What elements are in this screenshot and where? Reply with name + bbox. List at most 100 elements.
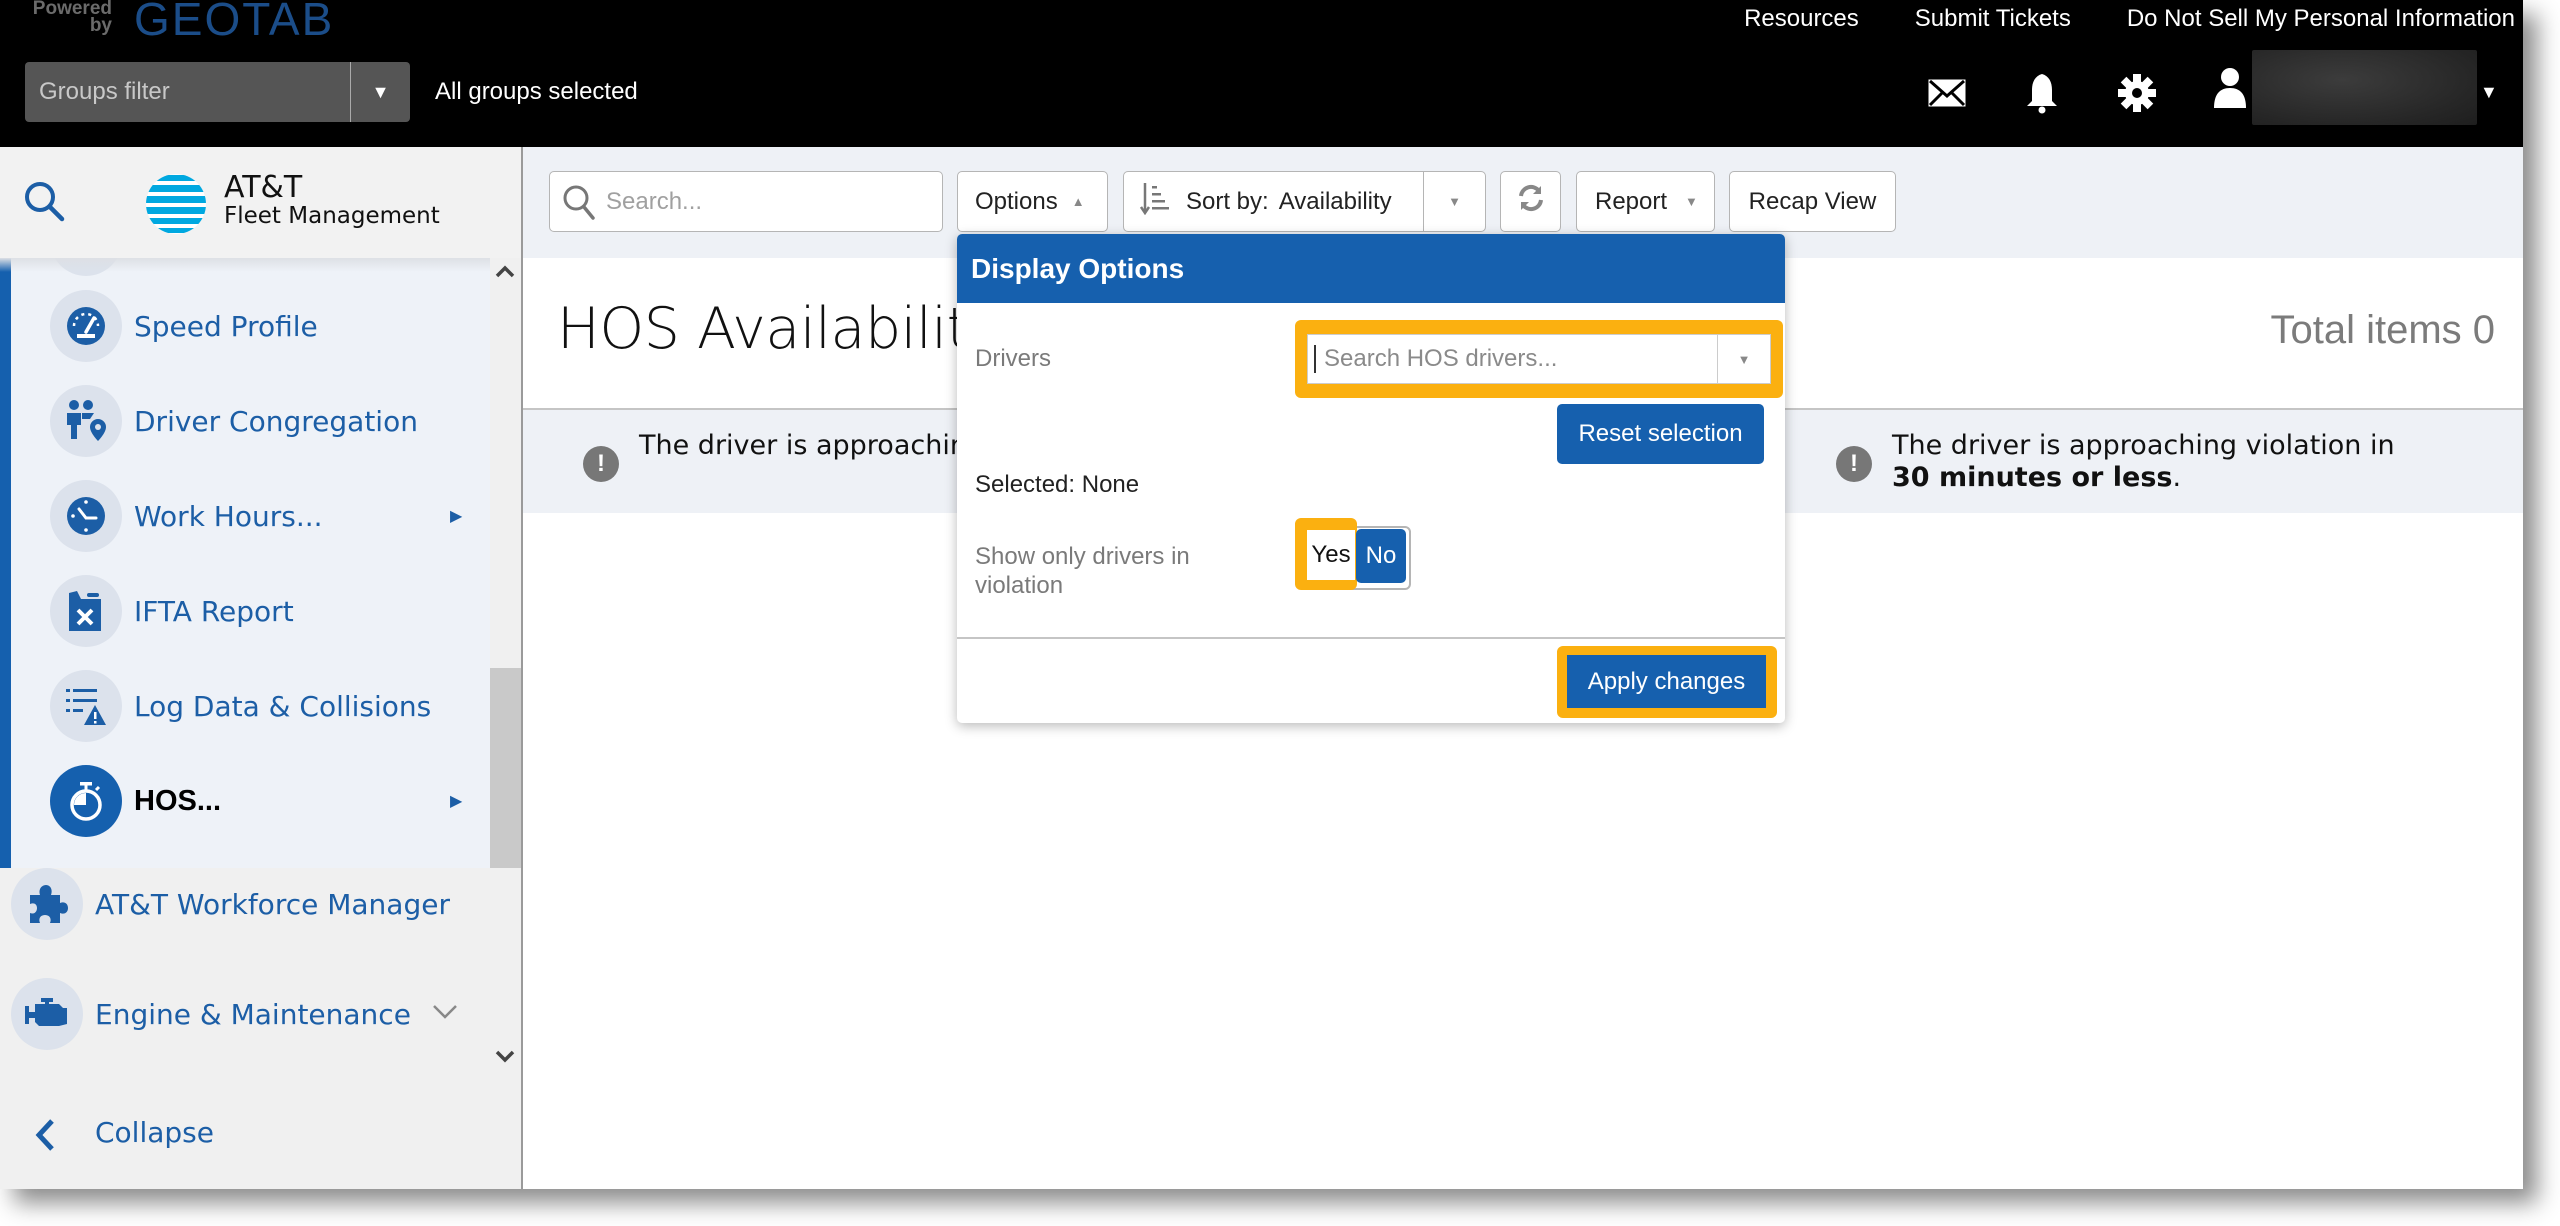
- exclamation-icon: !: [1836, 446, 1872, 482]
- gear-icon[interactable]: [2112, 68, 2162, 118]
- total-items-count: Total items 0: [2270, 308, 2495, 352]
- submenu-arrow-icon: ▶: [450, 793, 463, 810]
- sidebar-item-label: Driver Congregation: [134, 404, 418, 438]
- sidebar-item-engine-maintenance[interactable]: Engine & Maintenance: [0, 974, 490, 1054]
- report-button[interactable]: Report ▼: [1576, 171, 1715, 232]
- toggle-no-option[interactable]: No: [1356, 529, 1406, 583]
- collapse-button[interactable]: Collapse: [0, 1076, 521, 1189]
- drivers-search-combobox[interactable]: ▼: [1307, 334, 1771, 384]
- sidebar-item-label: Log Data & Collisions: [134, 689, 432, 723]
- sidebar-scrollbar[interactable]: [490, 258, 521, 1076]
- display-options-title: Display Options: [957, 234, 1785, 303]
- search-icon: [562, 184, 596, 220]
- alert-text-end: .: [2172, 462, 2182, 493]
- sidebar-item-workforce-manager[interactable]: AT&T Workforce Manager: [0, 864, 490, 944]
- refresh-icon: [1517, 184, 1545, 219]
- puzzle-icon: [11, 868, 83, 940]
- att-brand-name: AT&T Fleet Management: [224, 170, 440, 230]
- drivers-label: Drivers: [975, 345, 1051, 372]
- app-window: Powered by GEOTAB Groups filter ▼ All gr…: [0, 0, 2523, 1189]
- bell-icon[interactable]: [2017, 68, 2067, 118]
- submenu-arrow-icon: ▶: [450, 508, 463, 525]
- sort-dropdown-caret-icon[interactable]: ▼: [1424, 194, 1485, 209]
- sort-by-button[interactable]: Sort by: Availability ▼: [1123, 171, 1486, 232]
- user-icon[interactable]: [2212, 66, 2248, 115]
- clock-icon: [50, 480, 122, 552]
- search-input[interactable]: [606, 187, 926, 216]
- engine-icon: [11, 978, 83, 1050]
- sidebar-item-hos[interactable]: HOS... ▶: [0, 761, 490, 841]
- sort-by-main[interactable]: Sort by: Availability: [1124, 172, 1424, 231]
- panel-divider: [957, 637, 1785, 639]
- user-menu-caret[interactable]: ▼: [2480, 82, 2498, 103]
- scroll-up-icon[interactable]: [495, 264, 515, 283]
- sidebar-item-driver-congregation[interactable]: Driver Congregation: [0, 381, 490, 461]
- expand-chevron-icon[interactable]: [432, 1004, 458, 1025]
- violation-filter-label: Show only drivers in violation: [975, 543, 1190, 599]
- apply-changes-button[interactable]: Apply changes: [1567, 655, 1766, 708]
- display-options-panel: Display Options Drivers ▼ Reset selectio…: [957, 234, 1785, 723]
- options-button[interactable]: Options ▲: [957, 171, 1108, 232]
- fuel-can-icon: [50, 575, 122, 647]
- mail-icon[interactable]: [1922, 68, 1972, 118]
- user-name-redacted[interactable]: [2252, 50, 2477, 125]
- top-links: Resources Submit Tickets Do Not Sell My …: [1744, 5, 2515, 33]
- selected-drivers-text: Selected: None: [975, 471, 1140, 498]
- caret-up-icon: ▲: [1071, 194, 1085, 209]
- reset-selection-button[interactable]: Reset selection: [1557, 404, 1764, 464]
- recap-view-label: Recap View: [1748, 187, 1877, 215]
- sidebar-item-speed-profile[interactable]: Speed Profile: [0, 286, 490, 366]
- page-title: HOS Availability: [557, 296, 1002, 362]
- sidebar-item-label: Work Hours...: [134, 499, 323, 533]
- drivers-dropdown-caret-icon[interactable]: ▼: [1717, 335, 1770, 383]
- alert-30-minutes: ! The driver is approaching violation in…: [1836, 430, 2396, 494]
- sidebar-item-ifta-report[interactable]: IFTA Report: [0, 571, 490, 651]
- sidebar-scroll-shade: [0, 258, 490, 272]
- sidebar-header: AT&T Fleet Management: [0, 147, 521, 258]
- speedometer-icon: [50, 290, 122, 362]
- groups-filter-input[interactable]: Groups filter: [25, 78, 350, 106]
- caret-down-icon: ▼: [1685, 194, 1698, 209]
- sort-icon: [1139, 181, 1170, 222]
- sidebar: AT&T Fleet Management Speed Profile Driv…: [0, 147, 523, 1189]
- top-header: Powered by GEOTAB Groups filter ▼ All gr…: [0, 0, 2523, 147]
- sort-by-label: Sort by:: [1186, 187, 1269, 215]
- resources-link[interactable]: Resources: [1744, 5, 1859, 33]
- log-warning-icon: [50, 670, 122, 742]
- alert-text-line1: The driver is approaching violation in: [1892, 430, 2395, 461]
- recap-view-button[interactable]: Recap View: [1729, 171, 1896, 232]
- groups-status: All groups selected: [435, 78, 638, 105]
- header-icons: [1922, 66, 2207, 120]
- options-label: Options: [975, 187, 1058, 215]
- alert-text-bold: 30 minutes or less: [1892, 462, 2173, 493]
- do-not-sell-link[interactable]: Do Not Sell My Personal Information: [2127, 5, 2515, 33]
- report-label: Report: [1595, 187, 1668, 215]
- geotab-logo: GEOTAB: [134, 0, 335, 45]
- exclamation-icon: !: [583, 446, 619, 482]
- groups-filter-dropdown-button[interactable]: ▼: [350, 62, 410, 122]
- alert-text: The driver is approaching violation in 3…: [1892, 430, 2396, 494]
- sidebar-nav: Speed Profile Driver Congregation Work H…: [0, 258, 490, 1076]
- scroll-down-icon[interactable]: [495, 1050, 515, 1069]
- search-box[interactable]: [549, 171, 943, 232]
- refresh-button[interactable]: [1500, 171, 1561, 232]
- groups-filter[interactable]: Groups filter ▼: [25, 62, 410, 122]
- drivers-search-input[interactable]: [1314, 345, 1717, 373]
- sidebar-item-log-data-collisions[interactable]: Log Data & Collisions: [0, 666, 490, 746]
- sidebar-item-label: Engine & Maintenance: [95, 997, 411, 1031]
- chevron-left-icon: [34, 1118, 56, 1157]
- att-brand-line2: Fleet Management: [224, 203, 440, 229]
- submit-tickets-link[interactable]: Submit Tickets: [1915, 5, 2071, 33]
- sidebar-item-label: Speed Profile: [134, 309, 318, 343]
- scrollbar-thumb[interactable]: [490, 668, 521, 868]
- sidebar-item-work-hours[interactable]: Work Hours... ▶: [0, 476, 490, 556]
- att-brand-line1: AT&T: [224, 170, 303, 205]
- search-icon[interactable]: [22, 179, 66, 228]
- sort-by-value: Availability: [1278, 187, 1392, 215]
- collapse-label: Collapse: [95, 1116, 214, 1149]
- toggle-yes-option[interactable]: Yes: [1307, 530, 1355, 580]
- stopwatch-icon: [50, 765, 122, 837]
- att-globe-logo: [145, 173, 207, 240]
- driver-congregation-icon: [50, 385, 122, 457]
- powered-by-label: Powered by: [32, 0, 112, 36]
